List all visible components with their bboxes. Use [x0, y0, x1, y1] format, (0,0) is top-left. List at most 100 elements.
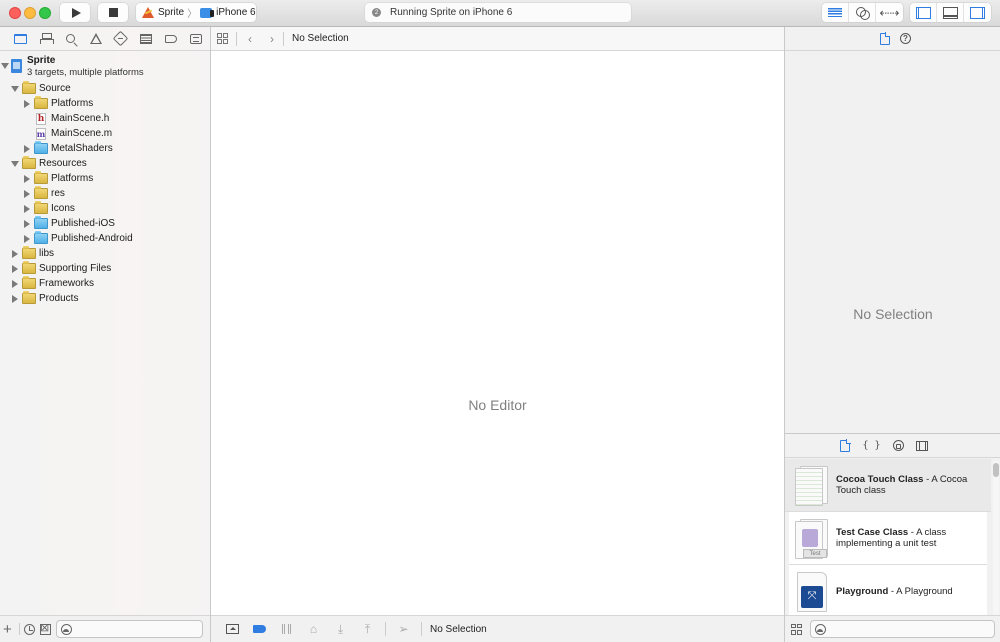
scheme-name[interactable]: Sprite — [158, 7, 184, 18]
run-button[interactable] — [60, 3, 90, 22]
template-item-cocoa-touch-class[interactable]: Cocoa Touch Class - A Cocoa Touch class — [785, 459, 991, 512]
disclosure-closed-icon[interactable] — [22, 219, 32, 229]
tree-item[interactable]: Platforms — [0, 96, 210, 111]
assistant-editor-button[interactable] — [849, 3, 876, 22]
disclosure-open-icon[interactable] — [10, 84, 20, 94]
disclosure-closed-icon[interactable] — [10, 294, 20, 304]
source-control-filter-icon[interactable] — [40, 621, 51, 635]
tree-item[interactable]: Source — [0, 81, 210, 96]
stop-button[interactable] — [98, 3, 128, 22]
tab-debug-navigator[interactable] — [133, 29, 158, 49]
tab-breakpoint-navigator[interactable] — [158, 29, 183, 49]
tree-item[interactable]: Supporting Files — [0, 261, 210, 276]
file-inspector-icon[interactable] — [880, 32, 891, 45]
jump-bar-title[interactable]: No Selection — [292, 33, 349, 44]
pause-button[interactable] — [273, 619, 300, 639]
library-filter-input[interactable] — [810, 620, 995, 638]
tab-symbol-navigator[interactable] — [33, 29, 58, 49]
navigator-filter-input[interactable] — [56, 620, 203, 638]
folder-reference-icon — [34, 231, 48, 244]
recent-files-icon[interactable] — [24, 623, 35, 635]
toggle-utilities-button[interactable] — [964, 3, 991, 22]
disclosure-closed-icon[interactable] — [10, 249, 20, 259]
standard-editor-button[interactable] — [822, 3, 849, 22]
disclosure-closed-icon[interactable] — [22, 189, 32, 199]
tree-item[interactable]: Published-Android — [0, 231, 210, 246]
template-item-playground[interactable]: ⤧ Playground - A Playground — [789, 565, 987, 617]
template-item-test-case-class[interactable]: Test Test Case Class - A class implement… — [789, 512, 987, 565]
tab-project-navigator[interactable] — [8, 29, 33, 49]
code-snippet-library-icon[interactable]: { } — [862, 440, 880, 451]
tree-item[interactable]: Frameworks — [0, 276, 210, 291]
file-template-library-icon[interactable] — [840, 439, 851, 452]
simulate-location-button[interactable]: ➢ — [390, 619, 417, 639]
project-root-item[interactable]: Sprite 3 targets, multiple platforms — [0, 53, 210, 81]
device-icon — [200, 7, 215, 18]
objc-file-icon: m — [36, 127, 46, 140]
device-name[interactable]: iPhone 6 — [216, 7, 255, 18]
tree-item-label: Icons — [51, 203, 75, 214]
tree-item[interactable]: Platforms — [0, 171, 210, 186]
disclosure-closed-icon[interactable] — [10, 264, 20, 274]
related-items-icon[interactable] — [217, 33, 228, 44]
tree-item[interactable]: m MainScene.m — [0, 126, 210, 141]
activity-badge-icon[interactable]: 2 — [372, 8, 381, 17]
add-file-button[interactable]: + — [3, 622, 15, 637]
project-navigator: Sprite 3 targets, multiple platforms Sou… — [0, 27, 211, 642]
tree-item-label: MainScene.h — [51, 113, 110, 124]
test-diamond-icon — [112, 30, 129, 47]
step-into-button[interactable]: ⤓ — [327, 619, 354, 639]
project-subtitle: 3 targets, multiple platforms — [27, 67, 144, 78]
quick-help-icon[interactable]: ? — [900, 33, 911, 44]
tab-issue-navigator[interactable] — [83, 29, 108, 49]
forward-arrow-icon[interactable]: › — [261, 32, 283, 46]
library-scrollbar[interactable] — [993, 461, 999, 617]
disclosure-closed-icon[interactable] — [22, 144, 32, 154]
disclosure-closed-icon[interactable] — [22, 99, 32, 109]
toggle-navigator-button[interactable] — [910, 3, 937, 22]
step-out-button[interactable]: ⤒ — [354, 619, 381, 639]
file-tree: Sprite 3 targets, multiple platforms Sou… — [0, 51, 210, 306]
tree-item[interactable]: Icons — [0, 201, 210, 216]
grid-view-icon[interactable] — [791, 623, 802, 635]
object-library-icon[interactable] — [892, 440, 904, 451]
activity-viewer: 2 Running Sprite on iPhone 6 — [365, 3, 631, 22]
divider — [19, 623, 20, 635]
disclosure-open-icon[interactable] — [0, 61, 10, 71]
back-arrow-icon[interactable]: ‹ — [239, 32, 261, 46]
tree-item[interactable]: Products — [0, 291, 210, 306]
folder-icon — [34, 201, 48, 214]
media-library-icon[interactable] — [915, 440, 928, 451]
version-editor-button[interactable]: ⇠⇢ — [876, 3, 903, 22]
disclosure-closed-icon[interactable] — [22, 204, 32, 214]
folder-icon — [22, 276, 36, 289]
tree-item[interactable]: res — [0, 186, 210, 201]
tree-item[interactable]: Published-iOS — [0, 216, 210, 231]
scrollbar-thumb[interactable] — [993, 463, 999, 477]
tree-item[interactable]: Resources — [0, 156, 210, 171]
folder-icon — [22, 291, 36, 304]
step-over-button[interactable]: ⌂ — [300, 619, 327, 639]
tab-find-navigator[interactable] — [58, 29, 83, 49]
disclosure-closed-icon[interactable] — [22, 234, 32, 244]
disclosure-closed-icon[interactable] — [22, 174, 32, 184]
disclosure-open-icon[interactable] — [10, 159, 20, 169]
close-window-button[interactable] — [9, 7, 21, 19]
template-title: Cocoa Touch Class — [836, 474, 924, 485]
scheme-selector[interactable]: Sprite 〉 iPhone 6 — [136, 3, 256, 22]
folder-reference-icon — [34, 216, 48, 229]
tab-test-navigator[interactable] — [108, 29, 133, 49]
tab-report-navigator[interactable] — [183, 29, 208, 49]
toggle-debug-area-button[interactable] — [937, 3, 964, 22]
folder-icon — [22, 81, 36, 94]
tree-item[interactable]: MetalShaders — [0, 141, 210, 156]
zoom-window-button[interactable] — [39, 7, 51, 19]
cocoa-touch-class-icon — [795, 464, 829, 506]
tree-item[interactable]: libs — [0, 246, 210, 261]
hide-debug-area-button[interactable] — [219, 619, 246, 639]
tree-item[interactable]: h MainScene.h — [0, 111, 210, 126]
breakpoints-toggle-button[interactable] — [246, 619, 273, 639]
disclosure-closed-icon[interactable] — [10, 279, 20, 289]
minimize-window-button[interactable] — [24, 7, 36, 19]
